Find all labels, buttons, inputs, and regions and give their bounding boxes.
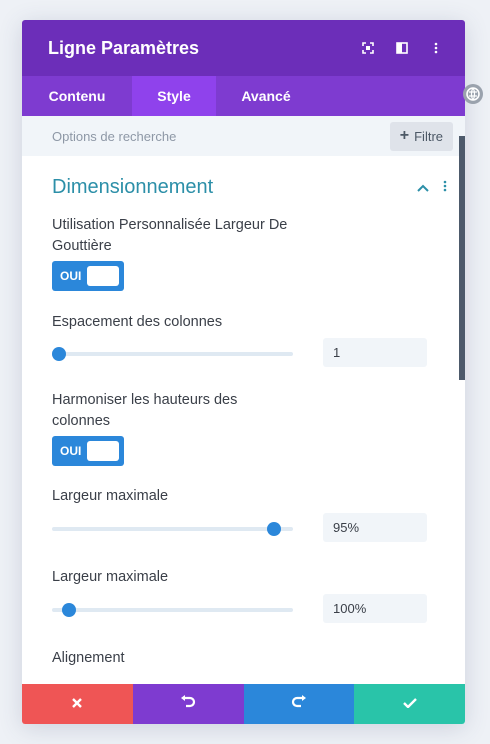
slider-track [52,527,293,531]
column-spacing-input[interactable]: 1 [323,338,427,367]
more-vertical-icon[interactable] [443,179,447,197]
column-spacing-slider[interactable] [52,347,293,361]
filter-label: Filtre [414,128,443,144]
toggle-knob [87,441,119,461]
slider-thumb[interactable] [61,603,76,617]
settings-body: Dimensionnement Utilisation Personnalisé… [22,156,465,684]
max-width-input[interactable]: 95% [323,513,427,542]
search-bar: Options de recherche + Filtre [22,116,465,156]
equal-heights-toggle[interactable]: OUI [52,436,124,466]
cancel-icon [72,695,83,713]
redo-button[interactable] [243,684,355,724]
scrollbar[interactable] [459,136,465,380]
toggle-knob [87,266,119,286]
tab-contenu[interactable]: Contenu [22,76,132,116]
toggle-state: OUI [60,269,82,283]
section-title: Dimensionnement [52,176,214,198]
plus-icon: + [399,127,410,144]
cancel-button[interactable] [22,684,133,724]
check-icon [402,695,417,713]
more-vertical-icon[interactable] [429,41,443,55]
modal-footer [22,684,465,724]
modal-header: Ligne Paramètres [22,20,465,76]
max-width-slider[interactable] [52,522,293,536]
gutter-width-label: Utilisation Personnalisée Largeur De Gou… [52,217,288,254]
tab-avance[interactable]: Avancé [216,76,316,116]
slider-track [52,608,293,612]
split-view-icon[interactable] [395,41,409,55]
max-width-label: Largeur maximale [52,488,169,504]
toggle-state: OUI [60,444,82,458]
gutter-width-toggle[interactable]: OUI [52,261,124,291]
focus-icon[interactable] [361,41,375,55]
alignment-label: Alignement [52,650,125,666]
max-width-2-input[interactable]: 100% [323,594,427,623]
side-toggle-icon[interactable] [463,84,483,104]
column-spacing-label: Espacement des colonnes [52,314,223,330]
slider-track [52,352,293,356]
slider-thumb[interactable] [52,347,67,361]
undo-icon [180,694,196,714]
modal-title: Ligne Paramètres [48,37,200,58]
max-width-2-slider[interactable] [52,603,293,617]
tab-bar: Contenu Style Avancé [22,76,465,116]
chevron-up-icon[interactable] [417,179,429,197]
undo-button[interactable] [132,684,244,724]
equal-heights-label: Harmoniser les hauteurs des colonnes [52,392,238,429]
settings-modal: Ligne Paramètres Contenu Style Avancé Op… [22,20,465,724]
tab-style[interactable]: Style [132,76,216,116]
max-width-2-label: Largeur maximale [52,569,169,585]
search-input[interactable]: Options de recherche [52,129,176,144]
slider-thumb[interactable] [266,522,281,536]
save-button[interactable] [354,684,465,724]
redo-icon [291,694,307,714]
section-header[interactable]: Dimensionnement [52,176,447,199]
filter-button[interactable]: + Filtre [389,121,453,151]
